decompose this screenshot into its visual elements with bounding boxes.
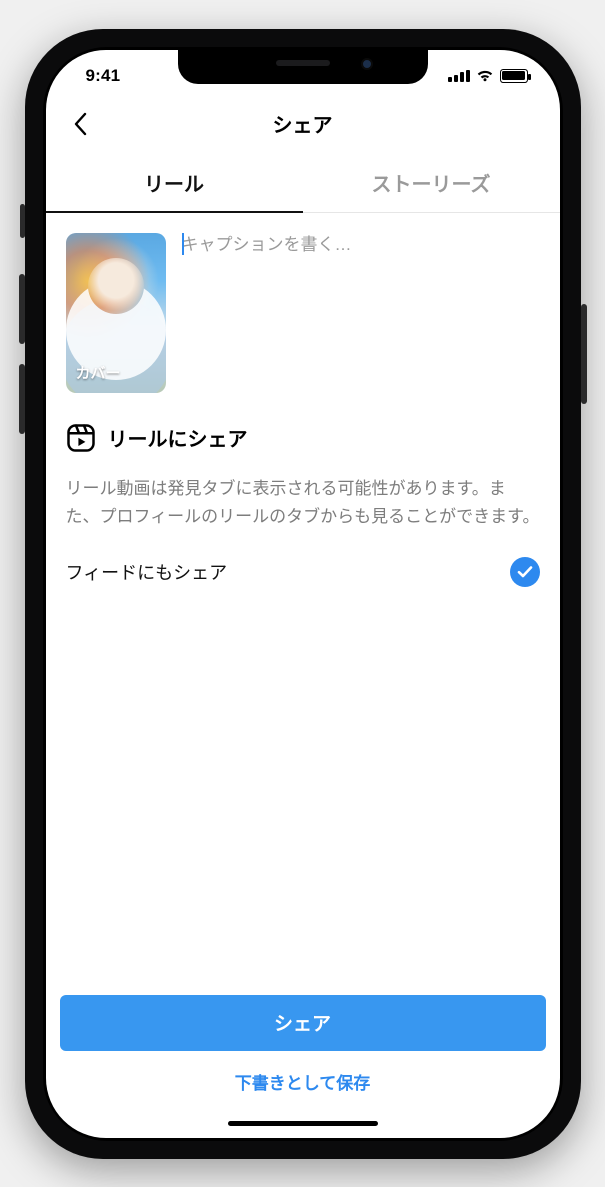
side-button-volume-down (19, 364, 25, 434)
content-body: カバー (46, 213, 560, 995)
phone-frame: 9:41 シェア (25, 29, 581, 1159)
share-to-reels-description: リール動画は発見タブに表示される可能性があります。また、プロフィールのリールのタ… (66, 475, 540, 531)
side-button-mute (20, 204, 25, 238)
notch (178, 50, 428, 84)
side-button-power (581, 304, 587, 404)
side-button-volume-up (19, 274, 25, 344)
status-time: 9:41 (86, 66, 121, 86)
text-cursor (182, 233, 184, 255)
back-button[interactable] (60, 104, 100, 144)
share-to-feed-label: フィードにもシェア (66, 559, 228, 585)
footer: シェア 下書きとして保存 (46, 995, 560, 1110)
share-button[interactable]: シェア (60, 995, 546, 1051)
wifi-icon (476, 69, 494, 83)
battery-icon (500, 69, 528, 83)
share-to-feed-toggle[interactable]: フィードにもシェア (66, 553, 540, 593)
home-indicator (46, 1110, 560, 1138)
caption-input[interactable] (182, 233, 540, 255)
tab-stories[interactable]: ストーリーズ (303, 152, 560, 213)
header: シェア (46, 96, 560, 152)
checkmark-icon (510, 557, 540, 587)
chevron-left-icon (73, 112, 87, 136)
save-draft-button[interactable]: 下書きとして保存 (60, 1051, 546, 1100)
cover-label: カバー (76, 362, 121, 383)
compose-row: カバー (46, 213, 560, 393)
reels-icon (66, 423, 96, 453)
cover-thumbnail[interactable]: カバー (66, 233, 166, 393)
tabs: リール ストーリーズ (46, 152, 560, 213)
cellular-signal-icon (448, 70, 470, 82)
page-title: シェア (273, 109, 333, 138)
tab-reels[interactable]: リール (46, 152, 303, 213)
share-to-reels-title: リールにシェア (108, 423, 248, 452)
